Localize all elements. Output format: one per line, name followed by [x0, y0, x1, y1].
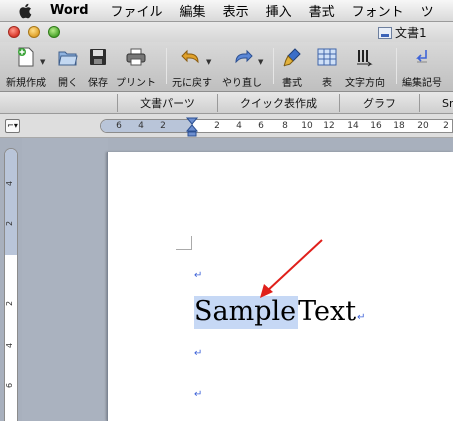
- left-margin-area: [101, 120, 193, 132]
- redo-label: やり直し: [222, 78, 262, 89]
- menu-tools[interactable]: ツ: [421, 1, 434, 20]
- ruler-number: 4: [236, 121, 242, 131]
- format-brush-icon: [280, 46, 304, 68]
- ruler-number: 4: [5, 180, 15, 187]
- ruler-number: 20: [417, 121, 429, 131]
- toolbar-separator: [396, 48, 397, 84]
- ruler-number: 2: [5, 220, 15, 227]
- save-label: 保存: [88, 78, 108, 89]
- vertical-ruler[interactable]: 4 2 2 4 6 8: [4, 148, 18, 421]
- ruler-bar: ⌐▾ 6 4 2 2 4 6 8 10 12 14 16 18 20 2: [0, 114, 453, 138]
- menu-insert[interactable]: 挿入: [266, 1, 292, 20]
- page-gutter: [22, 138, 108, 421]
- menu-font[interactable]: フォント: [352, 1, 404, 20]
- paragraph-mark-icon: [410, 46, 434, 68]
- print-button[interactable]: プリント: [116, 46, 156, 89]
- top-margin-area: [5, 149, 17, 255]
- elements-gallery-tabs: 文書パーツ クイック表作成 グラフ Sm: [0, 92, 453, 114]
- table-grid-icon: [315, 46, 339, 68]
- horizontal-ruler[interactable]: 6 4 2 2 4 6 8 10 12 14 16 18 20 2: [100, 119, 453, 133]
- document-text-line[interactable]: Sample Text ↵: [194, 296, 365, 329]
- zoom-window-button[interactable]: [48, 26, 60, 38]
- printer-icon: [124, 46, 148, 68]
- close-window-button[interactable]: [8, 26, 20, 38]
- menu-view[interactable]: 表示: [223, 1, 249, 20]
- selected-text[interactable]: Sample: [194, 296, 299, 329]
- margin-crop-mark: [176, 236, 192, 250]
- ruler-number: 2: [160, 121, 166, 131]
- ruler-number: 16: [370, 121, 382, 131]
- text-direction-button[interactable]: 文字方向: [345, 46, 385, 89]
- undo-arrow-icon: [180, 46, 204, 68]
- apple-menu-icon[interactable]: [16, 3, 36, 18]
- edit-marks-button[interactable]: 編集記号: [402, 46, 442, 89]
- ruler-number: 4: [5, 342, 15, 349]
- new-button[interactable]: ▼ 新規作成: [6, 46, 46, 89]
- paragraph-mark: ↵: [194, 270, 203, 281]
- new-document-icon: [14, 46, 38, 68]
- indent-marker-icon: [185, 117, 199, 137]
- tab-document-parts[interactable]: 文書パーツ: [117, 94, 217, 112]
- paragraph-mark: ↵: [194, 389, 203, 400]
- standard-toolbar: ▼ 新規作成 開く 保存 プリント ▼ 元に戻す ▼ やり直し 書式 表 文字方…: [0, 42, 453, 92]
- ruler-number: 12: [323, 121, 335, 131]
- document-area: 4 2 2 4 6 8: [0, 138, 453, 421]
- ruler-number: 2: [443, 121, 449, 131]
- toolbar-separator: [166, 48, 167, 84]
- text-direction-label: 文字方向: [345, 78, 385, 89]
- menu-format[interactable]: 書式: [309, 1, 335, 20]
- edit-marks-label: 編集記号: [402, 78, 442, 89]
- ruler-number: 8: [282, 121, 288, 131]
- tab-smartart[interactable]: Sm: [419, 94, 453, 112]
- ruler-number: 18: [393, 121, 405, 131]
- ruler-number: 6: [5, 382, 15, 389]
- ruler-number: 6: [116, 121, 122, 131]
- document-page[interactable]: [108, 152, 453, 421]
- open-button[interactable]: 開く: [56, 46, 80, 89]
- window-title: 文書1: [378, 24, 427, 41]
- ruler-number: 6: [258, 121, 264, 131]
- new-dropdown-icon[interactable]: ▼: [40, 58, 45, 66]
- tab-selector[interactable]: ⌐▾: [5, 119, 20, 133]
- document-icon: [378, 26, 392, 39]
- new-label: 新規作成: [6, 78, 46, 89]
- table-label: 表: [322, 78, 332, 89]
- indent-markers[interactable]: [185, 116, 199, 138]
- minimize-window-button[interactable]: [28, 26, 40, 38]
- open-folder-icon: [56, 46, 80, 68]
- ruler-number: 14: [347, 121, 359, 131]
- ruler-number: 2: [5, 300, 15, 307]
- undo-button[interactable]: ▼ 元に戻す: [172, 46, 212, 89]
- tab-quick-tables[interactable]: クイック表作成: [217, 94, 339, 112]
- menu-bar: Word ファイル 編集 表示 挿入 書式 フォント ツ: [0, 0, 453, 22]
- paragraph-mark: ↵: [357, 312, 366, 323]
- menu-file[interactable]: ファイル: [111, 1, 163, 20]
- save-button[interactable]: 保存: [86, 46, 110, 89]
- open-label: 開く: [58, 78, 78, 89]
- menu-word[interactable]: Word: [50, 3, 89, 18]
- redo-arrow-icon: [230, 46, 254, 68]
- save-disk-icon: [86, 46, 110, 68]
- menu-edit[interactable]: 編集: [180, 1, 206, 20]
- body-text[interactable]: Text: [298, 296, 356, 327]
- ruler-number: 10: [301, 121, 313, 131]
- table-button[interactable]: 表: [315, 46, 339, 89]
- ruler-number: 2: [214, 121, 220, 131]
- undo-label: 元に戻す: [172, 78, 212, 89]
- format-button[interactable]: 書式: [280, 46, 304, 89]
- format-label: 書式: [282, 78, 302, 89]
- text-direction-icon: [353, 46, 377, 68]
- print-label: プリント: [116, 78, 156, 89]
- undo-dropdown-icon[interactable]: ▼: [206, 58, 211, 66]
- paragraph-mark: ↵: [194, 348, 203, 359]
- window-titlebar: 文書1: [0, 22, 453, 42]
- window-title-text: 文書1: [395, 26, 427, 40]
- toolbar-separator: [273, 48, 274, 84]
- redo-button[interactable]: ▼ やり直し: [222, 46, 263, 89]
- redo-dropdown-icon[interactable]: ▼: [258, 58, 263, 66]
- tab-charts[interactable]: グラフ: [339, 94, 419, 112]
- ruler-number: 4: [138, 121, 144, 131]
